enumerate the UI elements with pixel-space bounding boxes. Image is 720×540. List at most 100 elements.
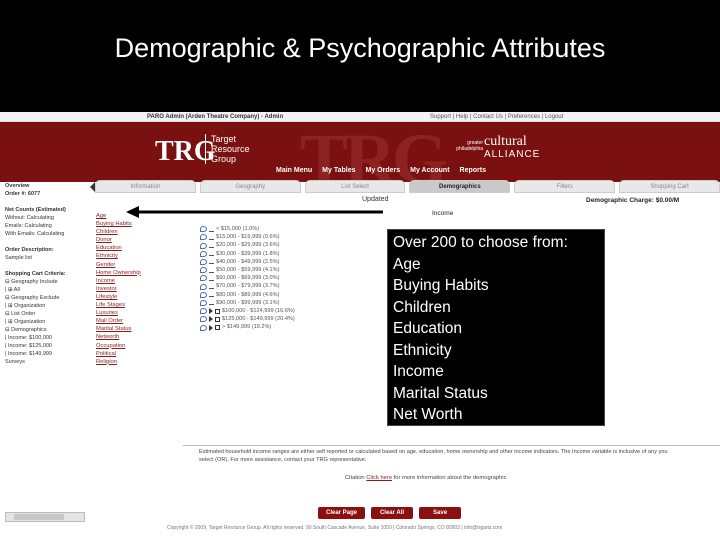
nav-my-orders[interactable]: My Orders	[366, 167, 401, 174]
trg-logo-text: Target Resource Group	[205, 134, 250, 164]
category-link-networth[interactable]: Networth	[96, 333, 166, 341]
sidebar-line[interactable]: ⊟ Geography Include	[5, 278, 85, 286]
option-checkbox[interactable]	[209, 235, 214, 240]
category-link-luxuries[interactable]: Luxuries	[96, 309, 166, 317]
tab-information[interactable]: Information	[95, 180, 196, 193]
tab-demographics[interactable]: Demographics	[409, 180, 511, 193]
callout-line: Education	[393, 320, 462, 337]
option-checkbox[interactable]	[209, 259, 214, 265]
nav-my-tables[interactable]: My Tables	[322, 167, 355, 174]
sidebar-scrollbar[interactable]	[5, 512, 85, 522]
help-bubble-icon[interactable]	[200, 316, 207, 323]
income-note: Estimated household income ranges are ei…	[199, 449, 668, 463]
option-checkbox[interactable]	[209, 300, 214, 306]
help-bubble-icon[interactable]	[200, 242, 207, 249]
utility-links[interactable]: Support | Help | Contact Us | Preference…	[430, 114, 563, 120]
sidebar-line[interactable]: | ⊞ Organization	[5, 318, 85, 326]
category-link-political[interactable]: Political	[96, 350, 166, 358]
alliance-small-line: philadelphia	[456, 146, 483, 152]
option-checkbox[interactable]	[209, 227, 214, 232]
help-bubble-icon[interactable]	[200, 275, 207, 282]
category-link-religion[interactable]: Religion	[96, 358, 166, 366]
income-option[interactable]: $100,000 - $124,999 (16.6%)	[200, 307, 380, 315]
save-button[interactable]: Save	[419, 507, 462, 519]
income-option[interactable]: > $149,999 (19.2%)	[200, 323, 380, 331]
sidebar-line[interactable]: | ⊞ Organization	[5, 302, 85, 310]
category-link-education[interactable]: Education	[96, 244, 166, 252]
clear-all-button[interactable]: Clear All	[371, 507, 414, 519]
option-checkbox[interactable]	[215, 308, 220, 314]
help-bubble-icon[interactable]	[200, 283, 207, 290]
help-bubble-icon[interactable]	[200, 291, 207, 298]
copyright-footer: Copyright © 2009, Target Resource Group.…	[167, 525, 503, 531]
help-bubble-icon[interactable]	[200, 258, 207, 265]
category-link-age[interactable]: Age	[96, 212, 166, 220]
sidebar-line[interactable]: | ⊞ All	[5, 286, 85, 294]
tab-shopping-cart[interactable]: Shopping Cart	[619, 180, 720, 193]
category-link-occupation[interactable]: Occupation	[96, 342, 166, 350]
income-option[interactable]: $30,000 - $39,999 (1.8%)	[200, 250, 380, 258]
sidebar-line: Shopping Cart Criteria:	[5, 271, 66, 277]
option-checkbox[interactable]	[209, 284, 214, 290]
option-checkbox[interactable]	[209, 268, 214, 273]
category-link-income[interactable]: Income	[96, 277, 166, 285]
income-option[interactable]: $15,000 - $19,999 (0.6%)	[200, 233, 380, 241]
tab-geography[interactable]: Geography	[199, 180, 301, 193]
income-option[interactable]: $90,000 - $99,999 (3.1%)	[200, 299, 380, 307]
main-nav: Main Menu My Tables My Orders My Account…	[276, 167, 486, 174]
sidebar-line[interactable]: ⊟ Demographics	[5, 326, 85, 334]
help-bubble-icon[interactable]	[200, 324, 207, 331]
income-option[interactable]: $60,000 - $69,999 (3.0%)	[200, 274, 380, 282]
income-option-label: > $149,999 (19.2%)	[222, 324, 272, 331]
category-link-investor[interactable]: Investor	[96, 285, 166, 293]
help-bubble-icon[interactable]	[200, 308, 207, 315]
scrollbar-thumb[interactable]	[14, 514, 64, 520]
income-option[interactable]: $125,000 - $149,999 (20.4%)	[200, 315, 380, 323]
option-checkbox[interactable]	[209, 292, 214, 298]
category-link-home-ownership[interactable]: Home Ownership	[96, 269, 166, 277]
help-bubble-icon[interactable]	[200, 234, 207, 241]
citation-link[interactable]: Click here	[366, 475, 392, 481]
nav-main-menu[interactable]: Main Menu	[276, 167, 312, 174]
income-option[interactable]: $70,000 - $79,999 (3.7%)	[200, 282, 380, 290]
category-link-children[interactable]: Children	[96, 228, 166, 236]
callout-line: Marital Status	[393, 384, 488, 402]
callout-line: Over 200 to choose from:	[393, 234, 568, 251]
alliance-small-text: greater philadelphia	[455, 140, 483, 152]
nav-reports[interactable]: Reports	[460, 167, 486, 174]
category-link-buying-habits[interactable]: Buying Habits	[96, 220, 166, 228]
category-link-life-stages[interactable]: Life Stages	[96, 301, 166, 309]
slide-title: Demographic & Psychographic Attributes	[114, 33, 606, 63]
income-option[interactable]: $40,000 - $49,999 (2.5%)	[200, 258, 380, 266]
income-option-label: $15,000 - $19,999 (0.6%)	[216, 234, 280, 241]
income-option[interactable]: $50,000 - $59,999 (4.1%)	[200, 266, 380, 274]
callout-line: Children	[393, 298, 451, 316]
option-checkbox[interactable]	[215, 325, 220, 331]
income-option[interactable]: $80,000 - $89,999 (4.6%)	[200, 291, 380, 299]
help-bubble-icon[interactable]	[200, 250, 207, 257]
nav-my-account[interactable]: My Account	[410, 167, 449, 174]
option-checkbox[interactable]	[209, 243, 214, 248]
category-link-ethnicity[interactable]: Ethnicity	[96, 252, 166, 260]
category-link-donor[interactable]: Donor	[96, 236, 166, 244]
sidebar-line[interactable]: ⊟ Geography Exclude	[5, 294, 85, 302]
option-checkbox[interactable]	[215, 316, 220, 322]
logo-line: Group	[211, 154, 237, 164]
income-option[interactable]: $20,000 - $29,999 (3.6%)	[200, 241, 380, 249]
help-bubble-icon[interactable]	[200, 226, 207, 233]
income-option[interactable]: < $15,000 (1.0%)	[200, 225, 380, 233]
tab-filters[interactable]: Filters	[514, 180, 616, 193]
clear-page-button[interactable]: Clear Page	[318, 507, 366, 519]
help-bubble-icon[interactable]	[200, 267, 207, 274]
income-heading: Income	[432, 210, 454, 217]
sidebar-line[interactable]: ⊟ List Order	[5, 310, 85, 318]
category-link-lifestyle[interactable]: Lifestyle	[96, 293, 166, 301]
help-bubble-icon[interactable]	[200, 299, 207, 306]
option-checkbox[interactable]	[209, 251, 214, 257]
app-screenshot: PARO Admin (Arden Theatre Company) - Adm…	[0, 112, 720, 540]
category-link-gender[interactable]: Gender	[96, 261, 166, 269]
option-checkbox[interactable]	[209, 276, 214, 281]
category-link-mail-order[interactable]: Mail Order	[96, 317, 166, 325]
category-link-marital-status[interactable]: Marital Status	[96, 325, 166, 333]
tab-list-select[interactable]: List Select	[304, 180, 406, 193]
